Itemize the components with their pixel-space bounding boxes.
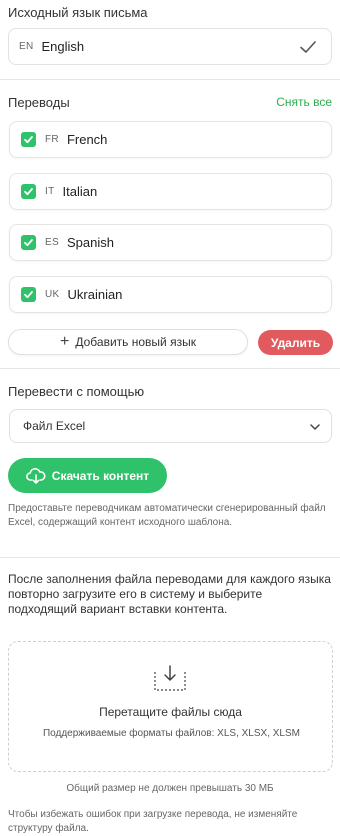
- divider: [0, 557, 340, 558]
- language-code: FR: [45, 134, 59, 145]
- download-content-label: Скачать контент: [51, 468, 150, 483]
- divider: [0, 368, 340, 369]
- size-limit-note: Общий размер не должен превышать 30 МБ: [66, 783, 274, 794]
- add-language-button[interactable]: + Добавить новый язык: [8, 329, 248, 355]
- checkbox[interactable]: [21, 132, 36, 147]
- language-code: IT: [45, 186, 55, 197]
- checkbox[interactable]: [21, 235, 36, 250]
- language-name: Ukrainian: [67, 287, 123, 302]
- checkmark-icon: [300, 41, 316, 53]
- clear-all-link[interactable]: Снять все: [276, 95, 332, 109]
- drop-files-title: Перетащите файлы сюда: [99, 705, 242, 719]
- chevron-down-icon: [310, 424, 320, 430]
- language-name: Italian: [62, 184, 98, 199]
- checkbox[interactable]: [21, 184, 36, 199]
- plus-icon: +: [60, 333, 70, 350]
- translate-with-label: Перевести с помощью: [8, 384, 145, 399]
- checkbox[interactable]: [21, 287, 36, 302]
- source-language-label: Исходный язык письма: [8, 5, 148, 20]
- upload-tray-icon: [154, 665, 186, 691]
- translate-method-value: Файл Excel: [23, 419, 86, 433]
- check-icon: [24, 239, 33, 247]
- supported-formats: Поддерживаемые форматы файлов: XLS, XLSX…: [42, 728, 300, 739]
- translation-item-uk[interactable]: UK Ukrainian: [9, 276, 332, 313]
- language-code: UK: [45, 289, 60, 300]
- add-language-label: Добавить новый язык: [75, 335, 196, 349]
- download-hint: Предоставьте переводчикам автоматически …: [8, 503, 326, 528]
- check-icon: [24, 136, 33, 144]
- cloud-download-icon: [25, 467, 46, 484]
- download-content-button[interactable]: Скачать контент: [8, 458, 167, 493]
- source-language-name: English: [41, 39, 85, 54]
- translations-label: Переводы: [8, 95, 70, 110]
- upload-instructions: После заполнения файла переводами для ка…: [8, 572, 331, 616]
- language-code: ES: [45, 237, 59, 248]
- check-icon: [24, 291, 33, 299]
- delete-button[interactable]: Удалить: [258, 330, 333, 355]
- translation-item-es[interactable]: ES Spanish: [9, 224, 332, 261]
- source-language-code: EN: [19, 41, 34, 52]
- translation-item-fr[interactable]: FR French: [9, 121, 332, 158]
- translate-method-select[interactable]: Файл Excel: [9, 409, 332, 443]
- structure-warning: Чтобы избежать ошибок при загрузке перев…: [8, 809, 298, 834]
- divider: [0, 79, 340, 80]
- translation-item-it[interactable]: IT Italian: [9, 173, 332, 210]
- language-name: French: [66, 132, 108, 147]
- source-language-select[interactable]: EN English: [8, 28, 332, 65]
- file-dropzone[interactable]: Перетащите файлы сюда Поддерживаемые фор…: [8, 641, 333, 772]
- language-name: Spanish: [66, 235, 114, 250]
- check-icon: [24, 188, 33, 196]
